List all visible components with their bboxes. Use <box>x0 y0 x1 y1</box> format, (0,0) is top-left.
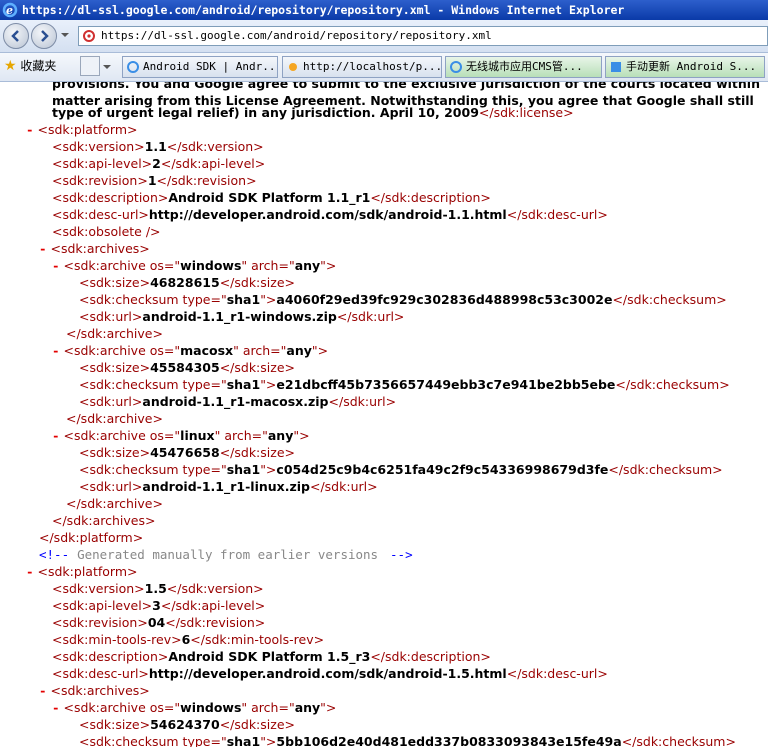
xml-node-size: <sdk:size>46828615</sdk:size> <box>79 275 295 290</box>
xml-node-revision: <sdk:revision>1</sdk:revision> <box>52 173 257 188</box>
xml-node-archives-close: </sdk:archives> <box>52 513 156 528</box>
xml-node-size: <sdk:size>45476658</sdk:size> <box>79 445 295 460</box>
xml-node-checksum: <sdk:checksum type="sha1">a4060f29ed39fc… <box>79 292 727 307</box>
xml-node-obsolete: <sdk:obsolete /> <box>52 224 161 239</box>
page-tab-icon <box>289 63 297 71</box>
xml-node-platform[interactable]: - <sdk:platform> <box>26 121 137 138</box>
xml-node-archive-close: </sdk:archive> <box>66 326 163 341</box>
xml-node-archive[interactable]: - <sdk:archive os="linux" arch="any"> <box>52 427 310 444</box>
xml-node-archive-close: </sdk:archive> <box>66 411 163 426</box>
xml-node-size: <sdk:size>45584305</sdk:size> <box>79 360 295 375</box>
tab-label: 手动更新 Android S... <box>626 60 757 73</box>
xml-node-api-level: <sdk:api-level>3</sdk:api-level> <box>52 598 266 613</box>
svg-text:e: e <box>6 4 13 17</box>
license-text-line: type of urgent legal relief) in any juri… <box>52 105 574 120</box>
address-bar[interactable]: https://dl-ssl.google.com/android/reposi… <box>78 26 768 46</box>
address-url: https://dl-ssl.google.com/android/reposi… <box>101 29 492 42</box>
xml-content: provisions. You and Google agree to subm… <box>0 82 768 747</box>
tab-list-dropdown-icon[interactable] <box>103 63 111 71</box>
xml-node-archives[interactable]: - <sdk:archives> <box>39 682 150 699</box>
xml-node-min-tools-rev: <sdk:min-tools-rev>6</sdk:min-tools-rev> <box>52 632 325 647</box>
ie-tab-icon <box>450 61 462 73</box>
tab-label: 无线城市应用CMS管... <box>466 60 583 73</box>
forward-arrow-icon <box>41 30 49 42</box>
tab-localhost[interactable]: http://localhost/p... <box>282 56 442 78</box>
xml-node-url: <sdk:url>android-1.1_r1-windows.zip</sdk… <box>79 309 405 324</box>
tab-android-sdk[interactable]: Android SDK | Andr... <box>122 56 278 78</box>
back-button[interactable] <box>3 23 29 49</box>
tab-label: http://localhost/p... <box>303 60 442 73</box>
xml-node-version: <sdk:version>1.5</sdk:version> <box>52 581 264 596</box>
xml-node-platform[interactable]: - <sdk:platform> <box>26 563 137 580</box>
favorites-button[interactable]: ★ 收藏夹 <box>4 58 56 74</box>
ie-tab-icon <box>127 61 139 73</box>
xml-node-checksum: <sdk:checksum type="sha1">c054d25c9b4c62… <box>79 462 723 477</box>
license-text-line: provisions. You and Google agree to subm… <box>52 82 760 91</box>
xml-comment: <!-- Generated manually from earlier ver… <box>39 547 413 562</box>
window-title: https://dl-ssl.google.com/android/reposi… <box>22 3 625 17</box>
xml-node-checksum: <sdk:checksum type="sha1">e21dbcff45b735… <box>79 377 730 392</box>
back-arrow-icon <box>11 30 19 42</box>
xml-node-archive[interactable]: - <sdk:archive os="macosx" arch="any"> <box>52 342 328 359</box>
xml-node-archive-close: </sdk:archive> <box>66 496 163 511</box>
xml-node-archives[interactable]: - <sdk:archives> <box>39 240 150 257</box>
xml-node-description: <sdk:description>Android SDK Platform 1.… <box>52 649 491 664</box>
xml-node-size: <sdk:size>54624370</sdk:size> <box>79 717 295 732</box>
xml-node-revision: <sdk:revision>04</sdk:revision> <box>52 615 266 630</box>
forward-button[interactable] <box>31 23 57 49</box>
window-titlebar: e https://dl-ssl.google.com/android/repos… <box>0 0 768 20</box>
ie-logo-icon: e <box>2 2 18 18</box>
tab-label: Android SDK | Andr... <box>143 60 278 73</box>
ie-tab-icon <box>611 62 621 72</box>
xml-node-url: <sdk:url>android-1.1_r1-linux.zip</sdk:u… <box>79 479 378 494</box>
favorites-bar: ★ 收藏夹 Android SDK | Andr... http://local… <box>0 53 768 82</box>
quick-tabs-button[interactable] <box>80 56 100 76</box>
favorites-label: 收藏夹 <box>20 59 57 73</box>
xml-node-checksum: <sdk:checksum type="sha1">5bb106d2e40d48… <box>79 734 736 747</box>
history-dropdown-icon[interactable] <box>60 30 70 40</box>
star-icon: ★ <box>4 58 17 74</box>
xml-node-api-level: <sdk:api-level>2</sdk:api-level> <box>52 156 266 171</box>
xml-node-version: <sdk:version>1.1</sdk:version> <box>52 139 264 154</box>
page-icon <box>83 30 95 42</box>
tab-cms[interactable]: 无线城市应用CMS管... <box>445 56 602 78</box>
xml-node-desc-url: <sdk:desc-url>http://developer.android.c… <box>52 666 608 681</box>
tab-android-update[interactable]: 手动更新 Android S... <box>605 56 765 78</box>
xml-node-archive[interactable]: - <sdk:archive os="windows" arch="any"> <box>52 699 336 716</box>
navigation-bar: https://dl-ssl.google.com/android/reposi… <box>0 20 768 53</box>
xml-node-platform-close: </sdk:platform> <box>39 530 144 545</box>
xml-node-url: <sdk:url>android-1.1_r1-macosx.zip</sdk:… <box>79 394 397 409</box>
xml-node-archive[interactable]: - <sdk:archive os="windows" arch="any"> <box>52 257 336 274</box>
xml-node-desc-url: <sdk:desc-url>http://developer.android.c… <box>52 207 608 222</box>
xml-node-description: <sdk:description>Android SDK Platform 1.… <box>52 190 491 205</box>
